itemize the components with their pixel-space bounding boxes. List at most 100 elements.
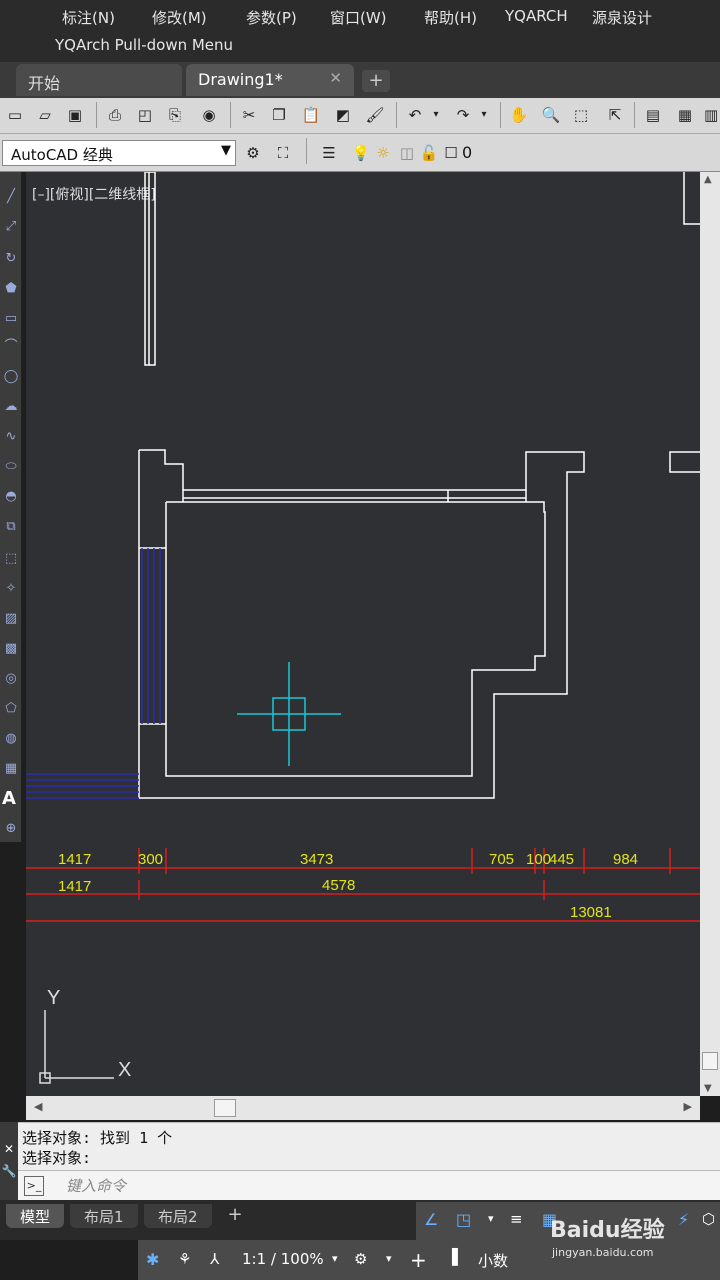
gear-icon[interactable]: ⚙ — [242, 142, 264, 164]
menu-parametric[interactable]: 参数(P) — [246, 7, 297, 28]
make-block-icon[interactable]: ⬚ — [2, 550, 20, 568]
polyline-icon[interactable]: ↻ — [2, 250, 20, 268]
arc-icon[interactable]: ⌒ — [2, 338, 20, 356]
boundary-icon[interactable]: ⬠ — [2, 700, 20, 718]
lineweight-icon[interactable]: ≡ — [510, 1210, 523, 1228]
table-icon[interactable]: ▦ — [2, 760, 20, 778]
add-layout-button[interactable]: + — [222, 1204, 248, 1226]
copy-icon[interactable]: ❐ — [268, 104, 290, 126]
tab-start[interactable]: 开始 — [16, 64, 182, 96]
spline-icon[interactable]: ∿ — [2, 428, 20, 446]
menu-yuanquan[interactable]: 源泉设计 — [592, 7, 652, 28]
auto-scale-icon[interactable]: ⚘ — [178, 1250, 191, 1268]
undo-dropdown-icon[interactable]: ▾ — [430, 104, 442, 126]
menu-window[interactable]: 窗口(W) — [330, 7, 387, 28]
command-prompt-icon[interactable]: >_ — [24, 1176, 44, 1196]
redo-icon[interactable]: ↷ — [452, 104, 474, 126]
annotation-scale-icon[interactable]: ⚡ — [678, 1210, 689, 1229]
tab-model[interactable]: 模型 — [6, 1204, 65, 1228]
new-tab-button[interactable]: + — [362, 70, 390, 92]
wipeout-icon[interactable]: ◍ — [2, 730, 20, 748]
line-icon[interactable]: ╱ — [2, 188, 20, 206]
add-selected-icon[interactable]: ⊕ — [2, 820, 20, 838]
close-icon[interactable]: ✕ — [329, 69, 342, 87]
pan-hand-icon[interactable]: ✋ — [508, 104, 530, 126]
current-layer-name[interactable]: 0 — [462, 143, 472, 162]
design-center-icon[interactable]: ▦ — [674, 104, 696, 126]
menu-yqarch-pulldown[interactable]: YQArch Pull-down Menu — [55, 36, 233, 54]
new-file-icon[interactable]: ▭ — [4, 104, 26, 126]
close-icon[interactable]: ✕ — [0, 1142, 18, 1156]
viewport-freeze-icon[interactable]: ◫ — [396, 142, 418, 164]
scroll-up-icon[interactable]: ▲ — [704, 174, 712, 185]
layer-properties-icon[interactable]: ☰ — [318, 142, 340, 164]
rectangle-icon[interactable]: ▭ — [2, 310, 20, 328]
vertical-scrollbar[interactable]: ▲ ▼ — [700, 172, 720, 1096]
gradient-icon[interactable]: ▩ — [2, 640, 20, 658]
publish-icon[interactable]: ◉ — [198, 104, 220, 126]
ellipse-icon[interactable]: ⬭ — [2, 458, 20, 476]
polygon-icon[interactable]: ⬟ — [2, 280, 20, 298]
zoom-previous-icon[interactable]: ⇱ — [604, 104, 626, 126]
scroll-thumb[interactable] — [214, 1099, 236, 1117]
annotation-scale-value[interactable]: 1:1 / 100% — [242, 1250, 324, 1268]
tab-layout2[interactable]: 布局2 — [144, 1204, 212, 1228]
osnap-icon[interactable]: ◳ — [456, 1210, 471, 1229]
region-icon[interactable]: ◎ — [2, 670, 20, 688]
multiline-text-icon[interactable]: A — [2, 788, 16, 809]
chevron-down-icon[interactable]: ▾ — [386, 1252, 392, 1265]
horizontal-scrollbar[interactable]: ◀ ▶ — [26, 1096, 700, 1120]
scroll-right-icon[interactable]: ▶ — [684, 1100, 692, 1113]
ortho-icon[interactable]: ∠ — [424, 1210, 438, 1229]
menu-help[interactable]: 帮助(H) — [424, 7, 477, 28]
cut-icon[interactable]: ✂ — [238, 104, 260, 126]
undo-icon[interactable]: ↶ — [404, 104, 426, 126]
drawing-canvas[interactable]: [–][俯视][二维线框] 1417 300 3473 705 100 445 … — [26, 172, 700, 1096]
insert-block-icon[interactable]: ⧉ — [2, 518, 20, 536]
annotation-visibility-icon[interactable]: ✱ — [146, 1250, 159, 1269]
lightbulb-icon[interactable]: 💡 — [350, 142, 372, 164]
chevron-down-icon[interactable]: ▾ — [488, 1212, 494, 1225]
zoom-realtime-icon[interactable]: 🔍 — [540, 104, 562, 126]
command-input[interactable] — [66, 1175, 706, 1197]
zoom-window-icon[interactable]: ⬚ — [570, 104, 592, 126]
cube-icon[interactable]: ⬡ — [702, 1210, 715, 1228]
properties-icon[interactable]: ▤ — [642, 104, 664, 126]
save-icon[interactable]: ▣ — [64, 104, 86, 126]
match-properties-icon[interactable]: 🖌 — [364, 104, 386, 126]
menu-modify[interactable]: 修改(M) — [152, 7, 207, 28]
gear-icon[interactable]: ⚙ — [354, 1250, 367, 1268]
workspace-select[interactable]: AutoCAD 经典 ▼ — [2, 140, 236, 166]
point-icon[interactable]: ✧ — [2, 580, 20, 598]
tab-layout1[interactable]: 布局1 — [70, 1204, 138, 1228]
circle-icon[interactable]: ◯ — [2, 368, 20, 386]
annotation-icon[interactable]: ⅄ — [210, 1250, 219, 1268]
menu-yqarch[interactable]: YQARCH — [505, 7, 568, 25]
ellipse-arc-icon[interactable]: ◓ — [2, 488, 20, 506]
revision-cloud-icon[interactable]: ☁ — [2, 398, 20, 416]
layer-color-swatch[interactable]: ☐ — [440, 142, 462, 164]
tab-drawing1[interactable]: Drawing1* ✕ — [186, 64, 354, 96]
plot-icon[interactable]: ⎘ — [164, 104, 186, 126]
scroll-thumb[interactable] — [702, 1052, 718, 1070]
wrench-icon[interactable]: 🔧 — [0, 1164, 18, 1178]
plus-icon[interactable]: + — [410, 1248, 427, 1272]
workspace-customize-icon[interactable]: ⛶ — [272, 142, 294, 164]
open-folder-icon[interactable]: ▱ — [34, 104, 56, 126]
paste-icon[interactable]: 📋 — [300, 104, 322, 126]
print-icon[interactable]: ⎙ — [104, 104, 126, 126]
tool-palette-icon[interactable]: ▥ — [704, 104, 718, 126]
scroll-down-icon[interactable]: ▼ — [704, 1083, 712, 1094]
paste-special-icon[interactable]: ◩ — [332, 104, 354, 126]
chevron-down-icon[interactable]: ▾ — [332, 1252, 338, 1265]
sun-icon[interactable]: ☼ — [372, 142, 394, 164]
print-preview-icon[interactable]: ◰ — [134, 104, 156, 126]
hatch-icon[interactable]: ▨ — [2, 610, 20, 628]
menu-dimension[interactable]: 标注(N) — [62, 7, 115, 28]
command-line-handle[interactable]: ✕ 🔧 — [0, 1122, 18, 1200]
redo-dropdown-icon[interactable]: ▾ — [478, 104, 490, 126]
construction-line-icon[interactable]: ⤢ — [2, 218, 20, 236]
scroll-left-icon[interactable]: ◀ — [34, 1100, 42, 1113]
padlock-icon[interactable]: 🔓 — [418, 142, 440, 164]
units-value[interactable]: 小数 — [478, 1250, 508, 1271]
